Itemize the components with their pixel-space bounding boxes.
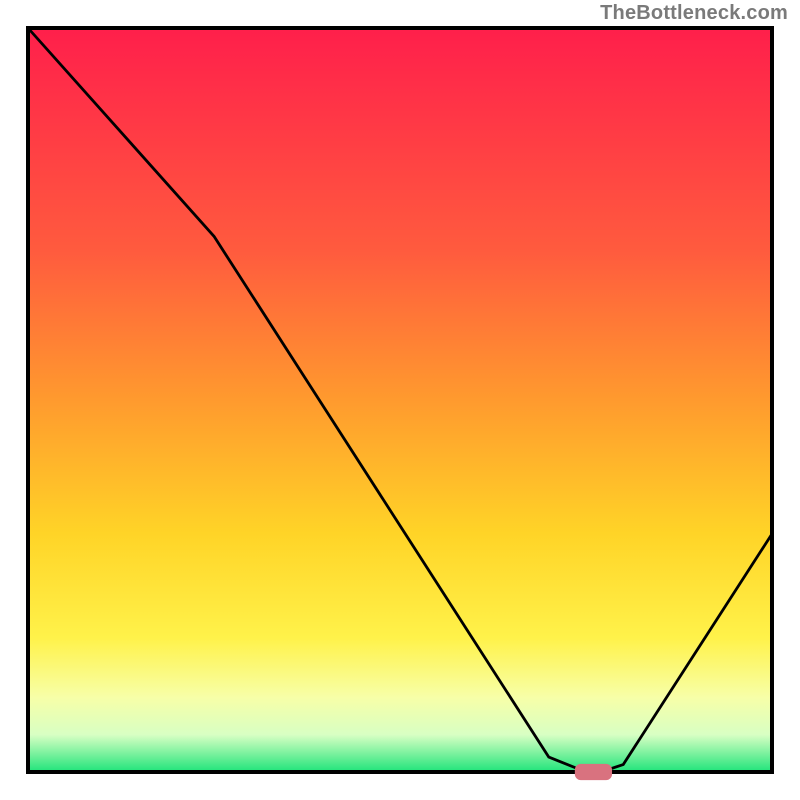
bottleneck-chart bbox=[0, 0, 800, 800]
plot-background bbox=[28, 28, 772, 772]
optimum-marker bbox=[575, 764, 612, 780]
